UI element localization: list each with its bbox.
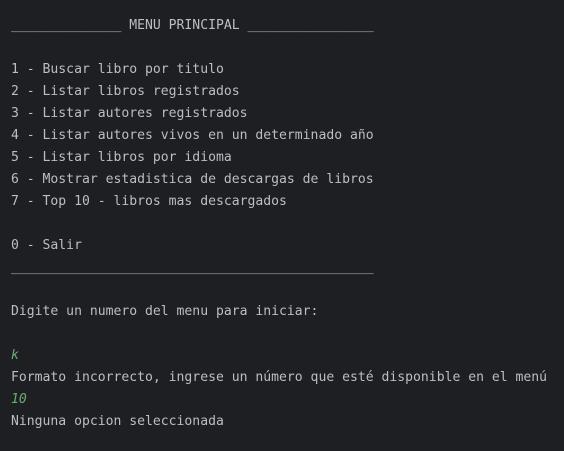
result-message: Ninguna opcion seleccionada — [11, 414, 224, 429]
menu-footer: ________________________________________… — [11, 260, 374, 275]
menu-header: ______________ MENU PRINCIPAL __________… — [11, 18, 374, 33]
menu-item-7: 7 - Top 10 - libros mas descargados — [11, 194, 287, 209]
error-message: Formato incorrecto, ingrese un número qu… — [11, 370, 548, 385]
input-prompt: Digite un numero del menu para iniciar: — [11, 304, 319, 319]
menu-item-6: 6 - Mostrar estadistica de descargas de … — [11, 172, 374, 187]
menu-item-5: 5 - Listar libros por idioma — [11, 150, 232, 165]
user-input-echo: 10 — [11, 392, 27, 407]
user-input-echo: k — [11, 348, 19, 363]
menu-item-1: 1 - Buscar libro por titulo — [11, 62, 224, 77]
menu-item-2: 2 - Listar libros registrados — [11, 84, 240, 99]
menu-item-exit: 0 - Salir — [11, 238, 82, 253]
menu-item-4: 4 - Listar autores vivos en un determina… — [11, 128, 374, 143]
console-output[interactable]: ______________ MENU PRINCIPAL __________… — [0, 0, 564, 451]
menu-item-3: 3 - Listar autores registrados — [11, 106, 248, 121]
